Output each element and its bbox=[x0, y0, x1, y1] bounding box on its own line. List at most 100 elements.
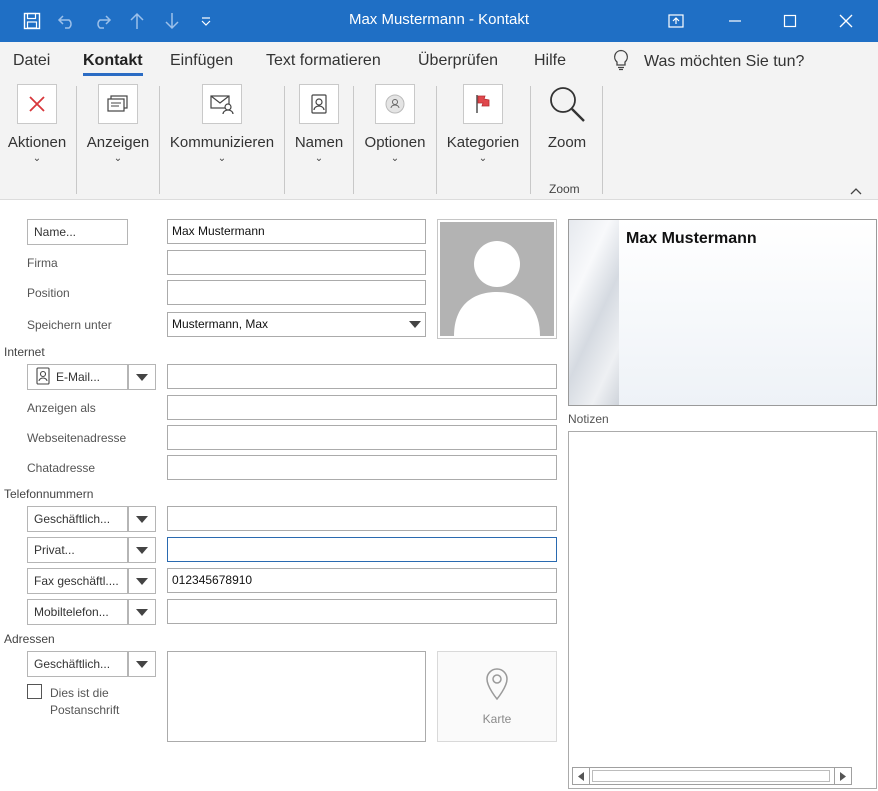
ribbon-namen-button[interactable]: Namen ⌄ bbox=[292, 84, 346, 164]
phone-fax-button[interactable]: Fax geschäftl.... bbox=[27, 568, 128, 594]
speichern-unter-label: Speichern unter bbox=[27, 318, 112, 332]
name-field[interactable]: Max Mustermann bbox=[167, 219, 426, 244]
chatadresse-field[interactable] bbox=[167, 455, 557, 480]
tab-einfuegen[interactable]: Einfügen bbox=[170, 52, 233, 70]
address-type-dropdown[interactable] bbox=[128, 651, 156, 677]
email-field[interactable] bbox=[167, 364, 557, 389]
phone-mobil-dropdown[interactable] bbox=[128, 599, 156, 625]
anzeigen-als-field[interactable] bbox=[167, 395, 557, 420]
ribbon-optionen-label: Optionen bbox=[364, 134, 426, 151]
speichern-unter-value: Mustermann, Max bbox=[172, 317, 269, 331]
minimize-icon[interactable] bbox=[709, 0, 761, 42]
ribbon-kommunizieren-button[interactable]: Kommunizieren ⌄ bbox=[168, 84, 276, 164]
address-book-icon bbox=[299, 84, 339, 124]
zoom-group-label: Zoom bbox=[549, 182, 580, 196]
scroll-thumb[interactable] bbox=[592, 770, 830, 782]
scroll-left-icon[interactable] bbox=[572, 767, 590, 785]
magnifier-icon bbox=[545, 84, 589, 126]
ribbon-separator bbox=[284, 86, 285, 194]
lightbulb-icon bbox=[612, 49, 630, 76]
maximize-icon[interactable] bbox=[764, 0, 816, 42]
phone-privat-field[interactable] bbox=[167, 537, 557, 562]
business-card[interactable]: Max Mustermann bbox=[568, 219, 877, 406]
ribbon-optionen-button[interactable]: Optionen ⌄ bbox=[362, 84, 428, 164]
postanschrift-checkbox[interactable] bbox=[27, 684, 42, 699]
contact-photo-icon bbox=[375, 84, 415, 124]
name-button[interactable]: Name... bbox=[27, 219, 128, 245]
postanschrift-label: Dies ist die Postanschrift bbox=[50, 686, 120, 717]
card-decoration bbox=[569, 220, 619, 405]
ribbon-kommunizieren-label: Kommunizieren bbox=[169, 134, 275, 151]
address-textarea[interactable] bbox=[167, 651, 426, 742]
phone-geschaeftlich-field[interactable] bbox=[167, 506, 557, 531]
phone-fax-dropdown[interactable] bbox=[128, 568, 156, 594]
collapse-ribbon-icon[interactable] bbox=[850, 184, 862, 198]
ribbon-separator bbox=[602, 86, 603, 194]
red-flag-icon bbox=[463, 84, 503, 124]
internet-section-label: Internet bbox=[4, 345, 45, 359]
map-button-label: Karte bbox=[482, 712, 512, 726]
dropdown-arrow-icon bbox=[136, 608, 148, 616]
phone-privat-dropdown[interactable] bbox=[128, 537, 156, 563]
tab-kontakt[interactable]: Kontakt bbox=[83, 52, 143, 76]
ribbon-aktionen-button[interactable]: Aktionen ⌄ bbox=[6, 84, 68, 164]
tab-ueberpruefen[interactable]: Überprüfen bbox=[418, 52, 498, 70]
ribbon-separator bbox=[436, 86, 437, 194]
ribbon: Aktionen ⌄ Anzeigen ⌄ Kommunizieren ⌄ Na… bbox=[0, 80, 878, 200]
tell-me-search[interactable]: Was möchten Sie tun? bbox=[612, 49, 805, 76]
ribbon-anzeigen-button[interactable]: Anzeigen ⌄ bbox=[86, 84, 150, 164]
phone-privat-button[interactable]: Privat... bbox=[27, 537, 128, 563]
chevron-down-icon: ⌄ bbox=[217, 153, 227, 164]
email-button-label: E-Mail... bbox=[56, 370, 101, 384]
address-type-button[interactable]: Geschäftlich... bbox=[27, 651, 128, 677]
phone-mobil-button[interactable]: Mobiltelefon... bbox=[27, 599, 128, 625]
adressen-section-label: Adressen bbox=[4, 632, 55, 646]
ribbon-kategorien-button[interactable]: Kategorien ⌄ bbox=[444, 84, 522, 164]
webseite-field[interactable] bbox=[167, 425, 557, 450]
ribbon-kategorien-label: Kategorien bbox=[446, 134, 520, 151]
anzeigen-als-label: Anzeigen als bbox=[27, 401, 96, 415]
dropdown-arrow-icon bbox=[409, 313, 421, 336]
delete-x-icon bbox=[17, 84, 57, 124]
ribbon-namen-label: Namen bbox=[294, 134, 344, 151]
firma-label: Firma bbox=[27, 256, 58, 270]
email-button[interactable]: E-Mail... bbox=[27, 364, 128, 390]
chevron-down-icon: ⌄ bbox=[314, 153, 324, 164]
notes-label: Notizen bbox=[568, 412, 609, 426]
scroll-right-icon[interactable] bbox=[834, 767, 852, 785]
scroll-track[interactable] bbox=[590, 767, 834, 785]
phone-mobil-field[interactable] bbox=[167, 599, 557, 624]
chevron-down-icon: ⌄ bbox=[113, 153, 123, 164]
contact-window: Max Mustermann - Kontakt Datei Kontakt E… bbox=[0, 0, 878, 791]
tab-hilfe[interactable]: Hilfe bbox=[534, 52, 566, 70]
envelope-contact-icon bbox=[202, 84, 242, 124]
card-view-icon bbox=[98, 84, 138, 124]
notes-textarea[interactable] bbox=[568, 431, 877, 789]
phone-geschaeftlich-button[interactable]: Geschäftlich... bbox=[27, 506, 128, 532]
ribbon-separator bbox=[76, 86, 77, 194]
tell-me-text: Was möchten Sie tun? bbox=[644, 53, 805, 70]
notes-horizontal-scrollbar[interactable] bbox=[572, 767, 852, 785]
firma-field[interactable] bbox=[167, 250, 426, 275]
contact-photo[interactable] bbox=[437, 219, 557, 339]
email-type-dropdown[interactable] bbox=[128, 364, 156, 390]
tab-text-formatieren[interactable]: Text formatieren bbox=[266, 52, 381, 70]
ribbon-aktionen-label: Aktionen bbox=[7, 134, 67, 151]
tab-datei[interactable]: Datei bbox=[13, 52, 50, 70]
dropdown-arrow-icon bbox=[136, 546, 148, 554]
phone-geschaeftlich-dropdown[interactable] bbox=[128, 506, 156, 532]
person-placeholder-icon bbox=[440, 222, 554, 336]
title-bar: Max Mustermann - Kontakt bbox=[0, 0, 878, 42]
dropdown-arrow-icon bbox=[136, 373, 148, 381]
position-field[interactable] bbox=[167, 280, 426, 305]
ribbon-separator bbox=[159, 86, 160, 194]
chevron-down-icon: ⌄ bbox=[478, 153, 488, 164]
ribbon-display-icon[interactable] bbox=[650, 0, 702, 42]
ribbon-separator bbox=[353, 86, 354, 194]
speichern-unter-select[interactable]: Mustermann, Max bbox=[167, 312, 426, 337]
ribbon-zoom-button[interactable]: Zoom bbox=[540, 84, 594, 151]
menu-bar: Datei Kontakt Einfügen Text formatieren … bbox=[0, 42, 878, 80]
map-button[interactable]: Karte bbox=[437, 651, 557, 742]
phone-fax-field[interactable]: 012345678910 bbox=[167, 568, 557, 593]
close-icon[interactable] bbox=[820, 0, 872, 42]
